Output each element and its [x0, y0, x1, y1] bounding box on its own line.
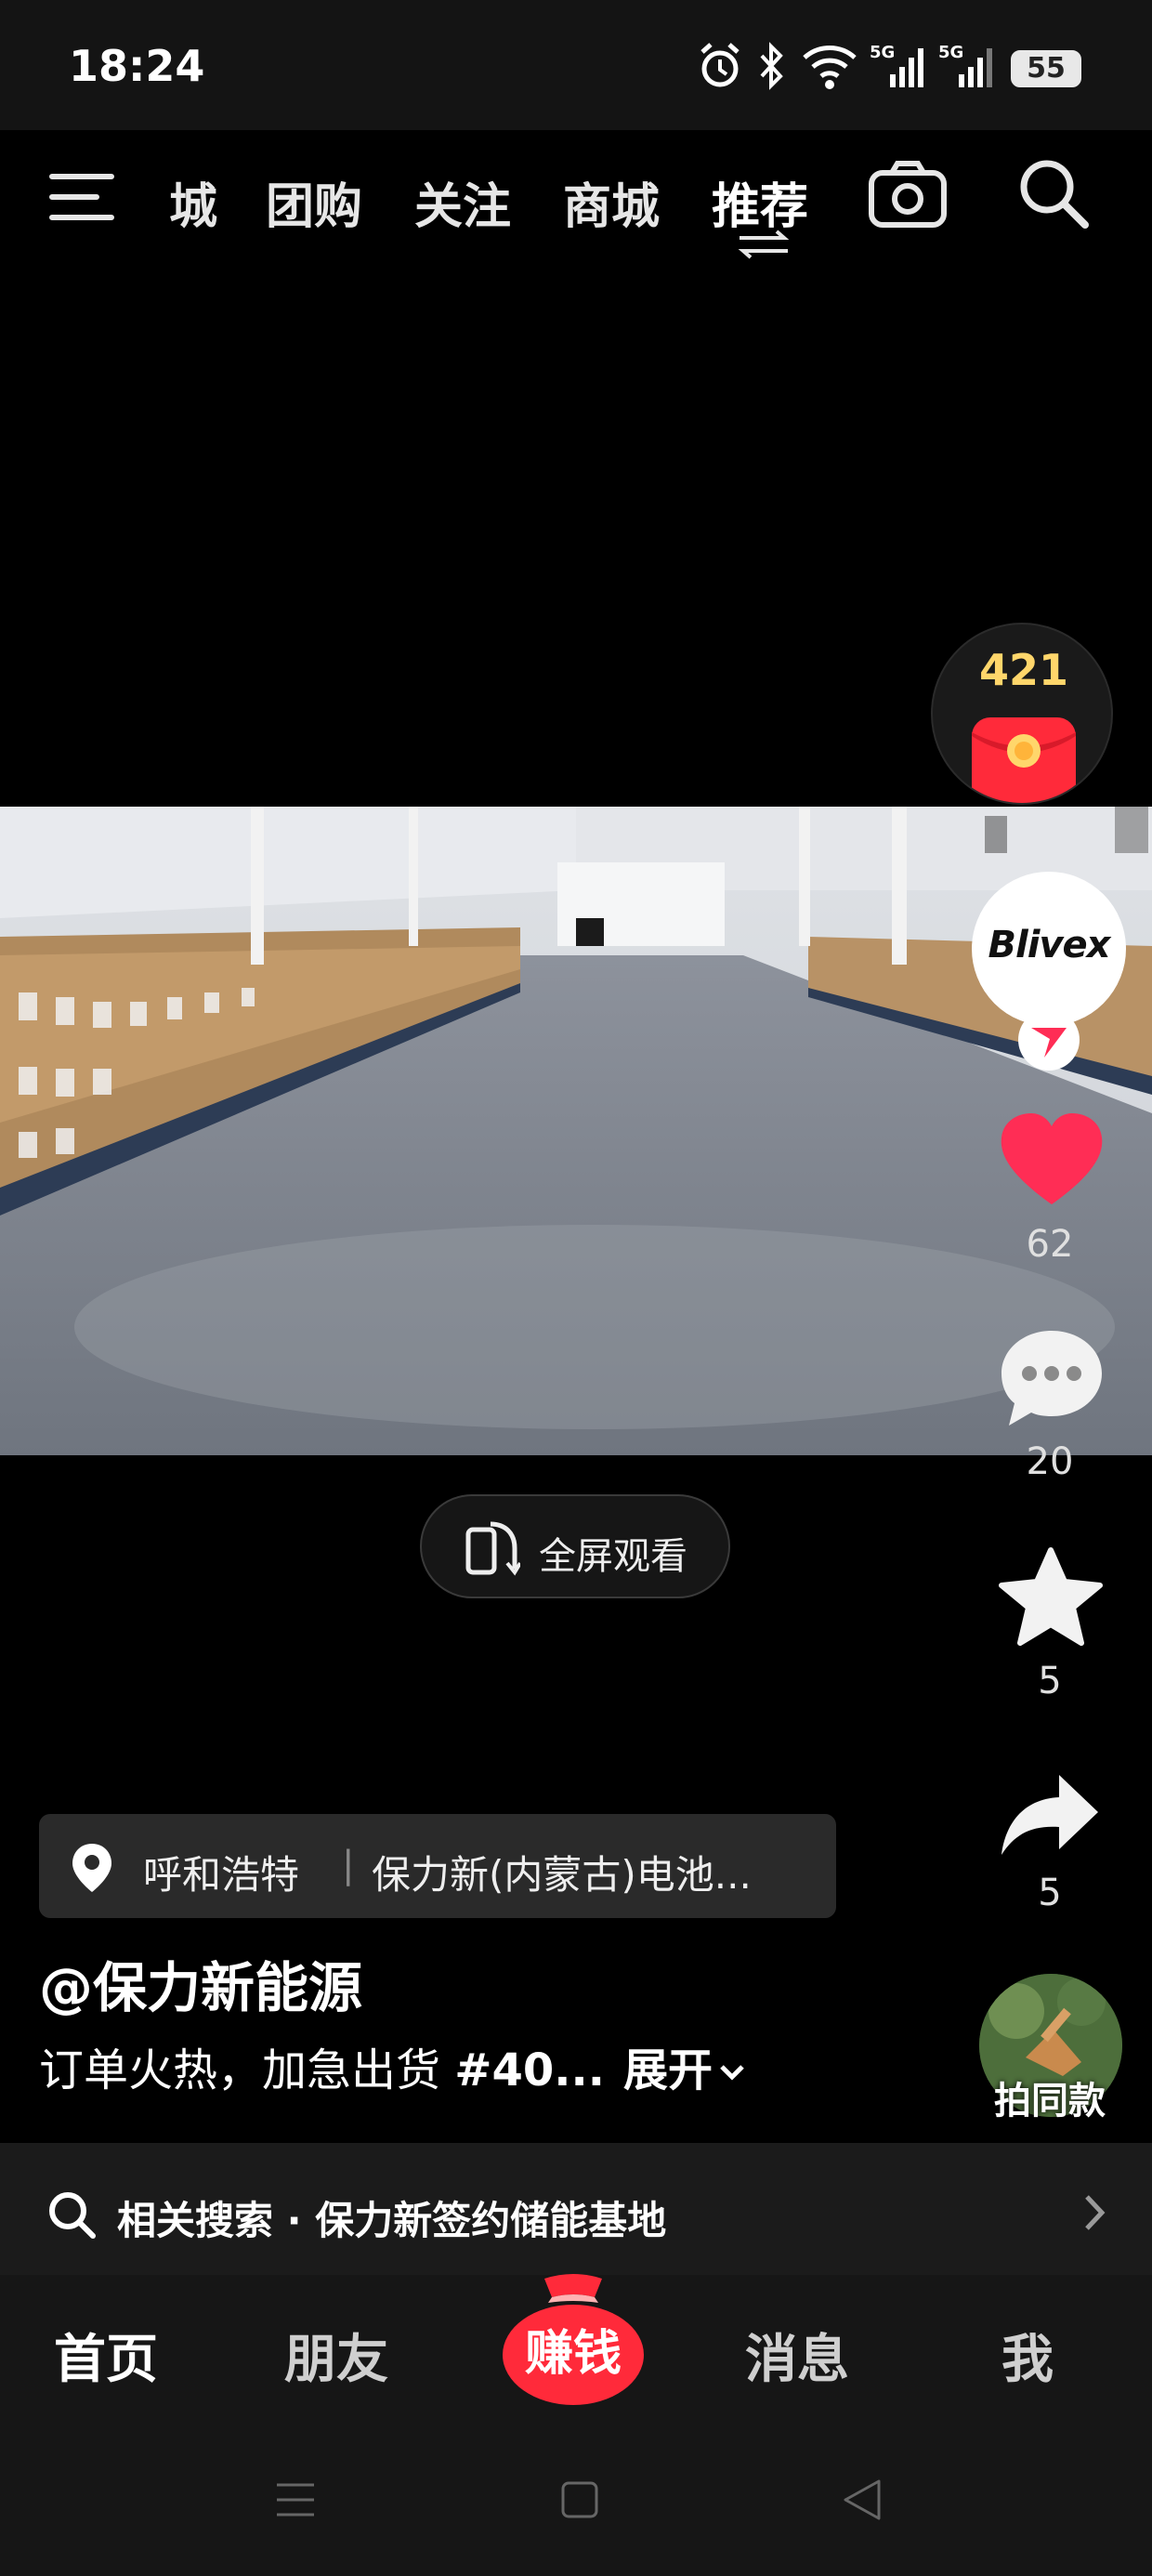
tab-mall[interactable]: 商城	[563, 167, 660, 237]
svg-text:5G: 5G	[870, 43, 895, 62]
video-player[interactable]	[0, 807, 1152, 1455]
bottom-tab-bar: 首页 朋友 赚钱 消息 我	[0, 2273, 1152, 2424]
alarm-icon	[700, 43, 740, 87]
home-square-icon[interactable]	[559, 2479, 600, 2520]
favorite-star-icon[interactable]	[998, 1546, 1104, 1647]
like-count: 62	[1026, 1223, 1074, 1266]
comment-count: 20	[1026, 1440, 1074, 1483]
status-bar: 18:24 5G 5G 55	[0, 0, 1152, 130]
follow-arrow-icon	[1031, 1028, 1067, 1058]
red-packet-icon	[972, 717, 1076, 803]
search-icon	[49, 2192, 96, 2239]
battery-level: 55	[1027, 52, 1066, 85]
chevron-right-icon	[1085, 2195, 1106, 2230]
red-packet-widget[interactable]: 421	[931, 623, 1113, 805]
tab-friends[interactable]: 朋友	[262, 2318, 411, 2393]
like-heart-icon[interactable]	[998, 1111, 1106, 1208]
caption-text: 订单火热，加急出货	[39, 2044, 455, 2096]
fullscreen-label: 全屏观看	[539, 1535, 687, 1578]
red-packet-count: 421	[978, 645, 1069, 695]
menu-icon[interactable]	[48, 169, 115, 225]
tab-follow[interactable]: 关注	[414, 167, 511, 237]
search-icon[interactable]	[1016, 156, 1091, 230]
signal-5g-icon: 5G	[938, 43, 992, 87]
avatar-logo-text: Blivex	[988, 924, 1111, 966]
author-name[interactable]: @保力新能源	[39, 1944, 362, 2022]
location-place: 保力新(内蒙古)电池...	[372, 1852, 752, 1898]
favorite-count: 5	[1038, 1660, 1062, 1702]
signal-5g-icon: 5G	[870, 43, 923, 87]
location-pin-icon	[72, 1844, 111, 1892]
author-avatar[interactable]: Blivex	[972, 872, 1126, 1026]
location-separator: |	[342, 1844, 355, 1886]
fullscreen-button[interactable]: 全屏观看	[420, 1494, 730, 1598]
location-pill[interactable]: 呼和浩特 | 保力新(内蒙古)电池...	[39, 1814, 836, 1918]
tab-home[interactable]: 首页	[32, 2318, 180, 2393]
earn-money-button[interactable]: 赚钱	[502, 2273, 645, 2405]
rotate-screen-icon	[465, 1521, 520, 1576]
recent-apps-icon[interactable]	[275, 2479, 316, 2520]
tab-messages[interactable]: 消息	[723, 2318, 871, 2393]
tab-groupbuy[interactable]: 团购	[266, 167, 362, 237]
related-search-text: 相关搜索 · 保力新签约储能基地	[117, 2198, 667, 2243]
comment-icon[interactable]	[998, 1327, 1106, 1431]
earn-label: 赚钱	[524, 2326, 622, 2382]
svg-text:5G: 5G	[938, 43, 963, 62]
caption-hashtag[interactable]: #40...	[454, 2044, 605, 2096]
wifi-icon	[803, 46, 857, 89]
chevron-down-icon	[720, 2065, 744, 2081]
location-city: 呼和浩特	[143, 1852, 300, 1898]
tab-recommend[interactable]: 推荐	[712, 167, 808, 237]
status-time: 18:24	[69, 41, 205, 91]
video-caption: 订单火热，加急出货 #40... 展开	[39, 2033, 748, 2098]
bluetooth-icon	[760, 42, 783, 90]
share-arrow-icon[interactable]	[998, 1771, 1102, 1859]
tab-partial[interactable]: 城	[152, 167, 217, 237]
same-style-label: 拍同款	[994, 2080, 1106, 2123]
tab-me[interactable]: 我	[953, 2318, 1102, 2393]
related-search-bar[interactable]: 相关搜索 · 保力新签约储能基地	[0, 2143, 1152, 2275]
system-nav-bar	[0, 2424, 1152, 2576]
battery-icon: 55	[1011, 50, 1081, 87]
back-triangle-icon[interactable]	[842, 2477, 883, 2522]
switch-arrows-icon[interactable]	[736, 229, 792, 260]
camera-icon[interactable]	[868, 158, 948, 229]
share-count: 5	[1038, 1872, 1062, 1914]
top-nav: 城 团购 关注 商城 推荐	[0, 130, 1152, 260]
follow-button[interactable]	[1018, 1009, 1080, 1071]
caption-expand-button[interactable]: 展开	[623, 2044, 713, 2096]
